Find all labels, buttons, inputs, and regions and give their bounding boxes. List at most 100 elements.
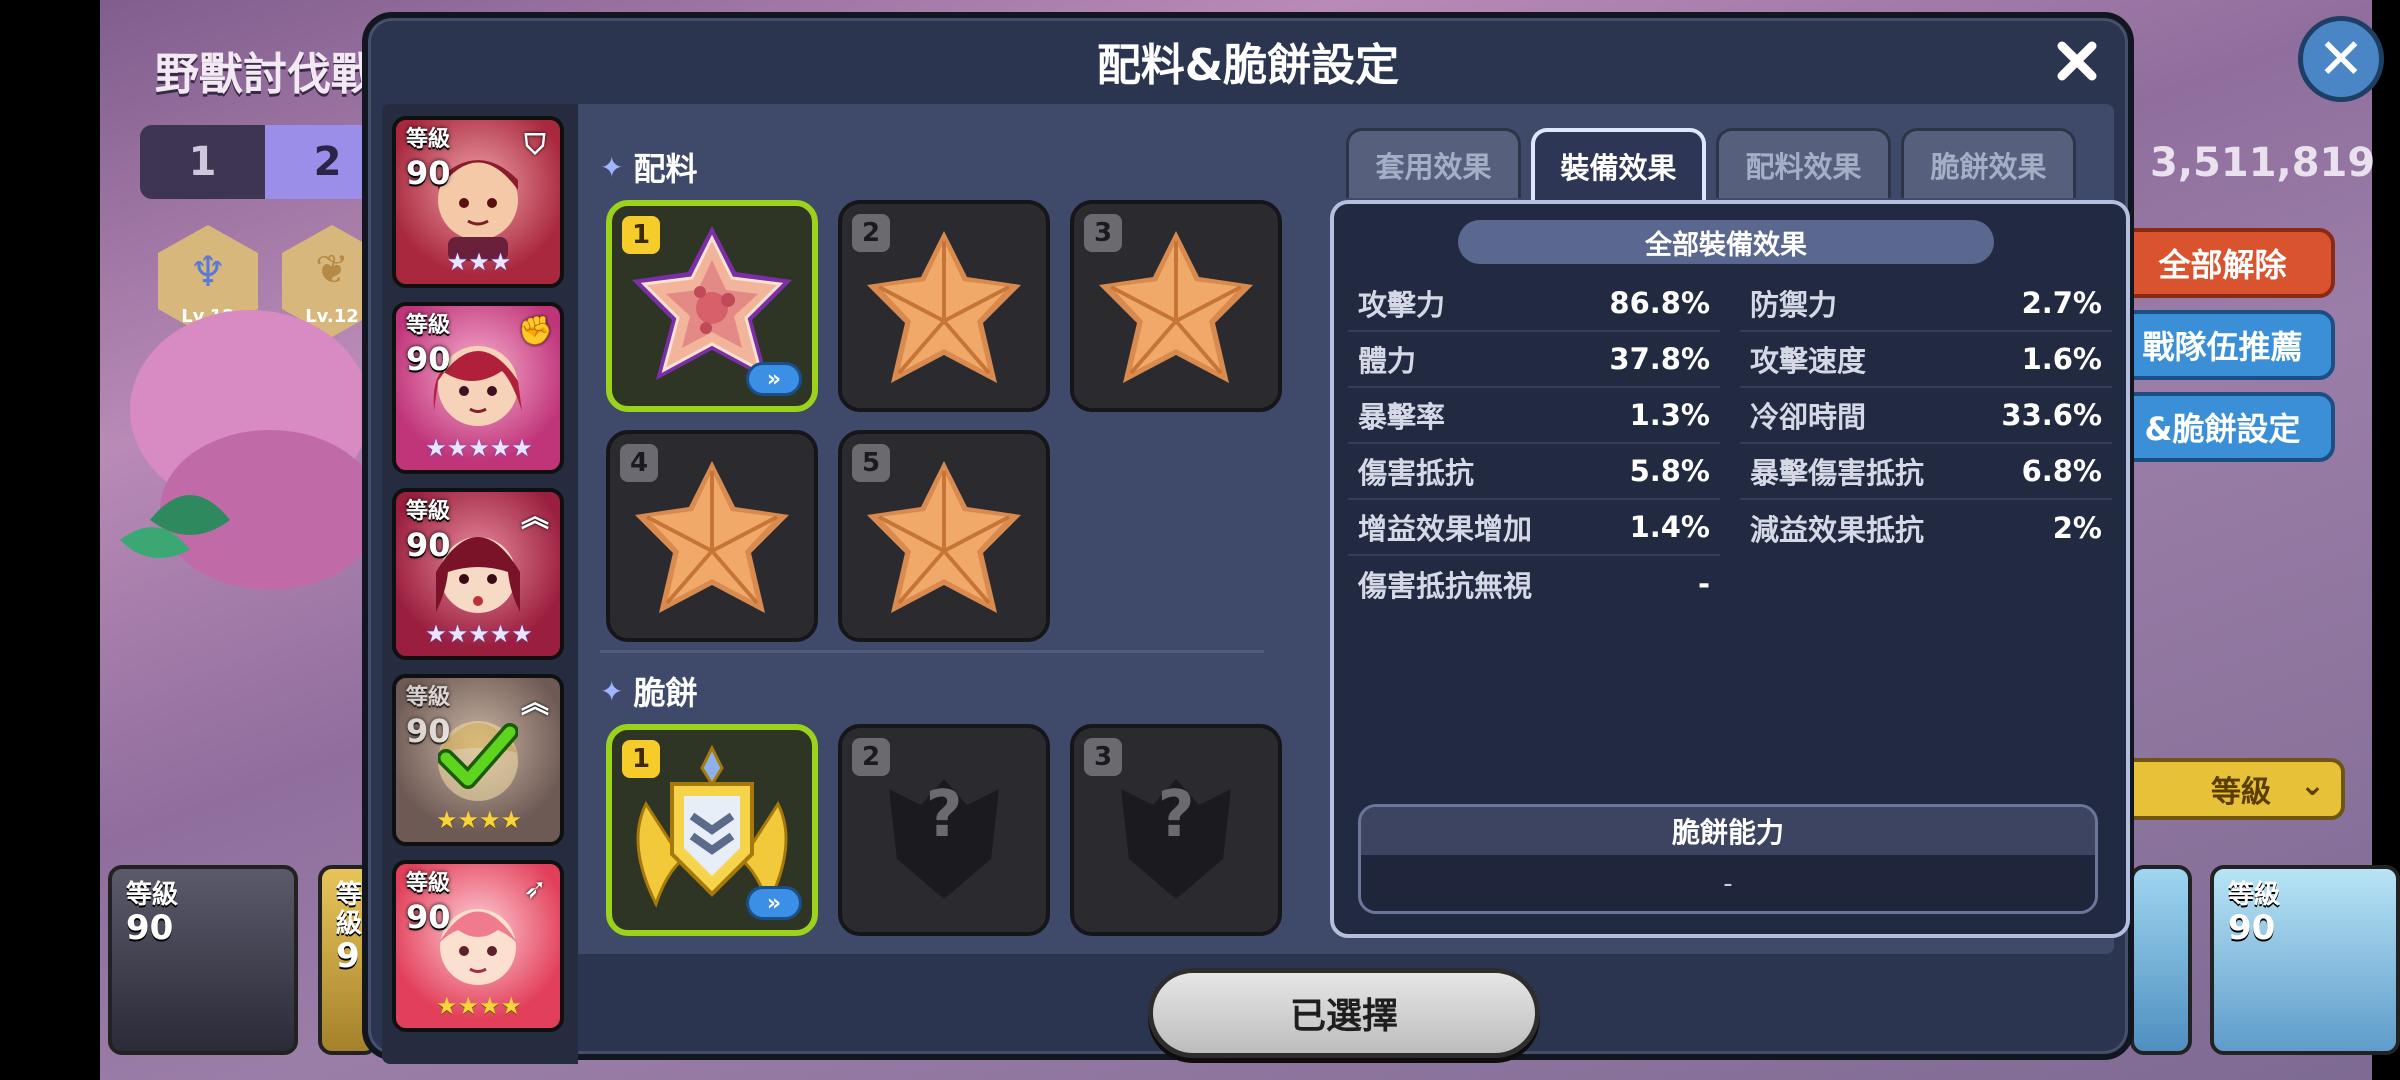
- cookie-level: 90: [406, 898, 451, 936]
- stat-value: 33.6%: [2001, 398, 2102, 432]
- cookie-card-4[interactable]: 等級 90 ︽ ★★★★: [392, 674, 564, 846]
- empty-slot-placeholder: ?: [925, 778, 963, 852]
- background-close-button[interactable]: ✕: [2298, 16, 2384, 102]
- stat-value: 2.7%: [2021, 286, 2102, 320]
- stat-label: 攻擊速度: [1750, 344, 1867, 378]
- cookie-level-label: 等級: [406, 871, 451, 896]
- effects-panel-header: 全部裝備效果: [1458, 220, 1994, 264]
- biscuit-ability-box: 脆餅能力 -: [1358, 804, 2098, 914]
- bottom-card-level: 90: [2228, 907, 2276, 948]
- biscuit-slot-2[interactable]: ? 2: [838, 724, 1050, 936]
- stat-label: 暴擊傷害抵抗: [1750, 456, 1925, 490]
- background-team-tabs: 1 2: [140, 125, 390, 199]
- effect-tabs: 套用效果 裝備效果 配料效果 脆餅效果: [1346, 128, 2076, 200]
- bottom-cookie-card-3[interactable]: [2130, 865, 2192, 1055]
- cookie-level-label: 等級: [406, 685, 451, 710]
- tab-biscuit-effects[interactable]: 脆餅效果: [1901, 128, 2076, 198]
- beast-icon: ❦: [315, 247, 349, 293]
- slot-number: 3: [1084, 214, 1122, 252]
- cookie-card-2[interactable]: 等級 90 ✊ ★★★★★: [392, 302, 564, 474]
- unequip-all-button[interactable]: 全部解除: [2110, 228, 2335, 298]
- selected-confirm-button[interactable]: 已選擇: [1148, 968, 1540, 1058]
- biscuit-slot-1[interactable]: 1 »: [606, 724, 818, 936]
- background-title: 野獸討伐戰: [155, 49, 375, 100]
- sparkle-icon: ✦: [600, 150, 624, 184]
- stat-value: 1.3%: [1629, 398, 1710, 432]
- tab-topping-effects[interactable]: 配料效果: [1716, 128, 1891, 198]
- stat-label: 暴擊率: [1358, 400, 1446, 434]
- cookie-level-label: 等級: [406, 499, 451, 524]
- rank-up-icon: ︽: [520, 686, 549, 719]
- stat-value: 2%: [2052, 511, 2102, 545]
- team-tab-1[interactable]: 1: [140, 125, 265, 199]
- topping-biscuit-modal: 配料&脆餅設定 等級 90 ⛉ ★★★ 等級 90 ✊ ★★★★★ 等級 90 …: [362, 12, 2134, 1064]
- bottom-cookie-card-4[interactable]: 等級 90: [2210, 865, 2400, 1055]
- bow-icon: ➶: [523, 872, 547, 905]
- bottom-card-level-label: 等級: [126, 880, 179, 910]
- stat-value: -: [1697, 567, 1710, 601]
- stat-row: 暴擊傷害抵抗 6.8%: [1740, 444, 2112, 500]
- slot-number: 2: [852, 214, 890, 252]
- stat-row: 暴擊率 1.3%: [1348, 388, 1720, 444]
- bottom-card-level-label: 等級: [2228, 880, 2281, 910]
- stat-value: 5.8%: [1629, 454, 1710, 488]
- bottom-card-level-label: 等級: [336, 880, 363, 939]
- stat-row: 攻擊力 86.8%: [1348, 276, 1720, 332]
- sort-dropdown-value: 等級: [2211, 775, 2271, 810]
- shield-icon: ⛉: [524, 128, 546, 161]
- cookie-card-5[interactable]: 等級 90 ➶ ★★★★: [392, 860, 564, 1032]
- toppings-label: 配料: [633, 150, 698, 188]
- cookie-card-1[interactable]: 等級 90 ⛉ ★★★: [392, 116, 564, 288]
- stat-label: 減益效果抵抗: [1750, 513, 1925, 547]
- cookie-level: 90: [406, 340, 451, 378]
- stat-label: 冷卻時間: [1750, 400, 1867, 434]
- cookie-level: 90: [406, 526, 451, 564]
- bottom-card-level: 90: [126, 907, 174, 948]
- stat-row: 傷害抵抗無視 -: [1348, 556, 1720, 612]
- cookie-level: 90: [406, 712, 451, 750]
- topping-slot-4[interactable]: 4: [606, 430, 818, 642]
- tab-applied-effects[interactable]: 套用效果: [1346, 128, 1521, 198]
- toppings-section-label: ✦ 配料: [600, 144, 697, 190]
- cookie-stars: ★★★★★: [425, 620, 533, 648]
- modal-title: 配料&脆餅設定: [1096, 40, 1400, 91]
- effects-panel: 全部裝備效果 攻擊力 86.8% 體力 37.8% 暴擊率 1.3% 傷害抵抗 5.8%…: [1330, 200, 2130, 938]
- fist-icon: ✊: [518, 314, 553, 347]
- sort-dropdown[interactable]: 等級 ⌄: [2120, 758, 2345, 820]
- biscuit-slot-3[interactable]: ? 3: [1070, 724, 1282, 936]
- topping-slot-3[interactable]: 3: [1070, 200, 1282, 412]
- topping-setting-button[interactable]: &脆餅設定: [2110, 392, 2335, 462]
- stat-row: 體力 37.8%: [1348, 332, 1720, 388]
- slot-number: 1: [622, 216, 660, 254]
- double-chevron-right-icon[interactable]: »: [746, 886, 802, 920]
- modal-close-button[interactable]: [2048, 32, 2106, 90]
- stat-label: 傷害抵抗: [1358, 456, 1475, 490]
- stat-value: 37.8%: [1609, 342, 1710, 376]
- stat-label: 體力: [1358, 344, 1417, 378]
- bottom-cookie-card-1[interactable]: 等級 90: [108, 865, 298, 1055]
- trident-icon: ♆: [189, 247, 227, 296]
- stat-value: 1.4%: [1629, 510, 1710, 544]
- stat-value: 1.6%: [2021, 342, 2102, 376]
- close-icon: ✕: [2317, 26, 2365, 92]
- topping-slot-1[interactable]: 1 »: [606, 200, 818, 412]
- decorative-tree: [120, 310, 370, 590]
- double-chevron-right-icon[interactable]: »: [746, 362, 802, 396]
- cookie-card-3[interactable]: 等級 90 ︽ ★★★★★: [392, 488, 564, 660]
- chevron-down-icon: ⌄: [2299, 768, 2325, 803]
- battle-power-score: 3,511,819: [2150, 140, 2376, 186]
- stat-row: 防禦力 2.7%: [1740, 276, 2112, 332]
- stat-label: 攻擊力: [1358, 288, 1446, 322]
- topping-slot-2[interactable]: 2: [838, 200, 1050, 412]
- slot-number: 1: [622, 740, 660, 778]
- stat-row: 減益效果抵抗 2%: [1740, 500, 2112, 556]
- topping-slot-5[interactable]: 5: [838, 430, 1050, 642]
- stats-right-column: 防禦力 2.7% 攻擊速度 1.6% 冷卻時間 33.6% 暴擊傷害抵抗 6.8% 減益…: [1740, 276, 2112, 556]
- tab-equipment-effects[interactable]: 裝備效果: [1531, 128, 1706, 200]
- cookie-list: 等級 90 ⛉ ★★★ 等級 90 ✊ ★★★★★ 等級 90 ︽ ★★★★★ …: [382, 104, 578, 1064]
- slot-number: 3: [1084, 738, 1122, 776]
- team-recommend-button[interactable]: 戰隊伍推薦: [2110, 310, 2335, 380]
- cookie-stars: ★★★★★: [425, 434, 533, 462]
- bottom-card-level: 9: [336, 936, 360, 977]
- stat-row: 傷害抵抗 5.8%: [1348, 444, 1720, 500]
